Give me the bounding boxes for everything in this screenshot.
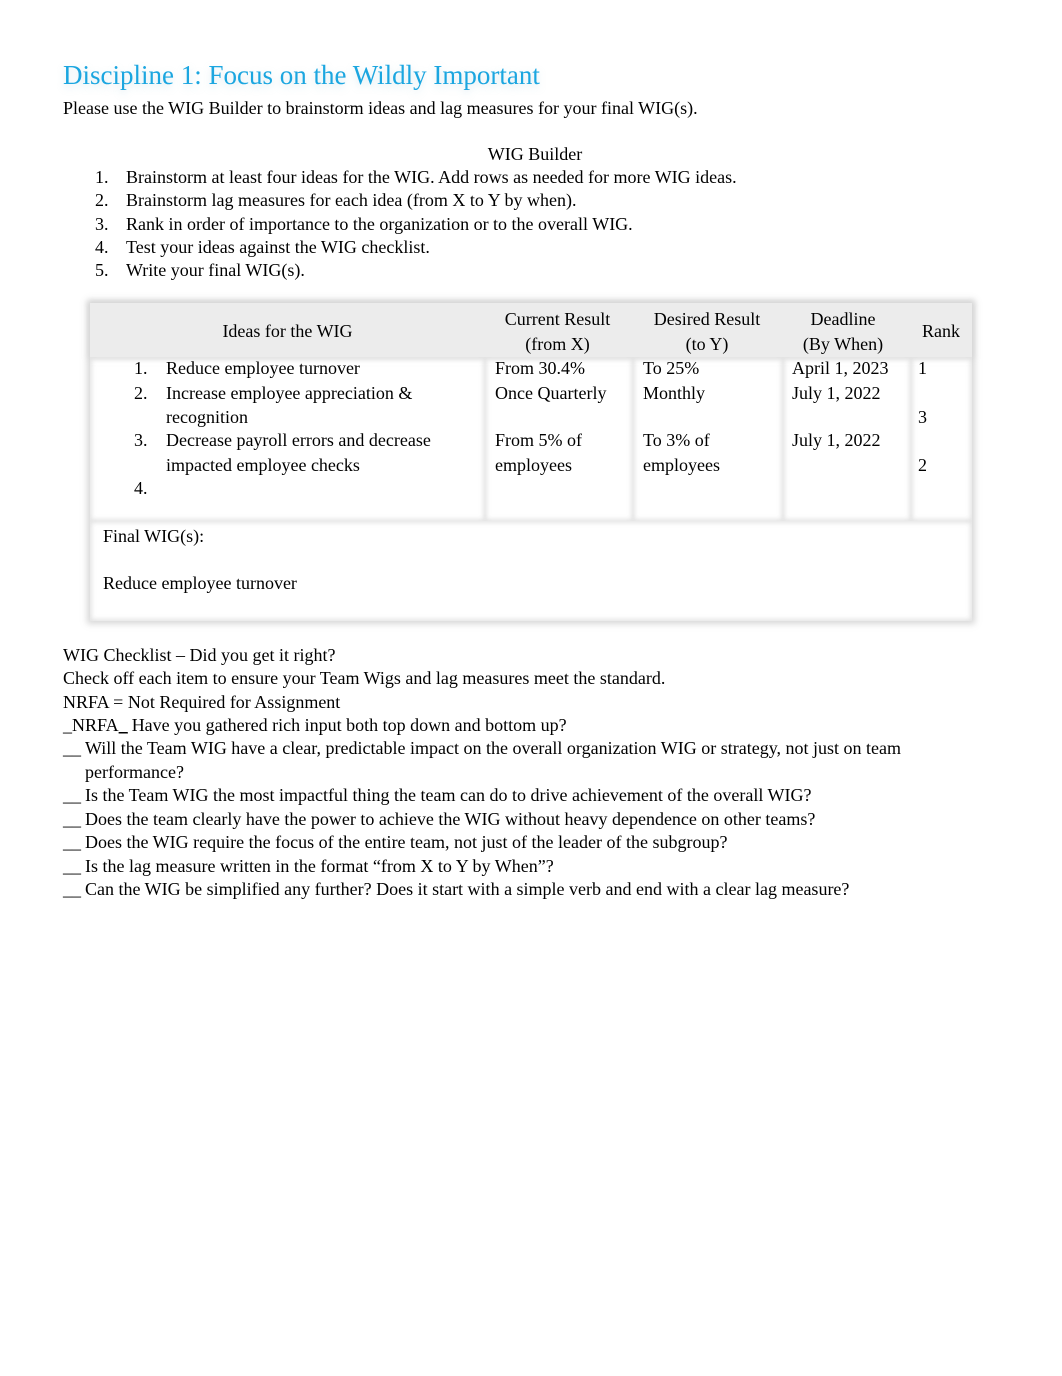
checklist-title: WIG Checklist – Did you get it right? <box>63 645 336 665</box>
desired-cell: To 25% <box>643 358 700 378</box>
idea-cell: Decrease payroll errors and decrease <box>166 430 431 450</box>
header-desired: Desired Result (to Y) <box>633 307 781 357</box>
check-mark-field[interactable]: __ <box>63 831 81 855</box>
checklist-question: Does the team clearly have the power to … <box>85 808 816 829</box>
header-current-line2: (from X) <box>525 334 590 354</box>
row-number: 1. <box>134 358 148 378</box>
page-title: Discipline 1: Focus on the Wildly Import… <box>63 60 540 90</box>
row-number: 3. <box>134 430 148 450</box>
checklist-question: Is the Team WIG the most impactful thing… <box>85 785 812 806</box>
header-deadline: Deadline (By When) <box>783 307 903 357</box>
checklist-item: __ Can the WIG be simplified any further… <box>63 878 963 902</box>
builder-steps: 1. Brainstorm at least four ideas for the… <box>95 166 737 282</box>
checklist-question: Does the WIG require the focus of the en… <box>85 832 728 853</box>
idea-cell-line2: recognition <box>166 407 248 427</box>
step-text: Write your final WIG(s). <box>126 260 305 281</box>
desired-cell: Monthly <box>643 383 706 403</box>
header-ideas: Ideas for the WIG <box>222 321 353 341</box>
step-item: 4. Test your ideas against the WIG checkl… <box>95 236 737 259</box>
wig-checklist: WIG Checklist – Did you get it right? Ch… <box>63 644 963 902</box>
row-number: 2. <box>134 383 148 403</box>
checklist-instruction: Check off each item to ensure your Team … <box>63 668 666 689</box>
checklist-item: __ Is the lag measure written in the for… <box>63 855 963 879</box>
header-rank: Rank <box>922 321 960 341</box>
deadline-cell: April 1, 2023 <box>792 358 889 378</box>
step-item: 3. Rank in order of importance to the org… <box>95 213 737 236</box>
step-text: Test your ideas against the WIG checklis… <box>126 236 430 257</box>
rank-cell: 2 <box>918 455 927 475</box>
checklist-question: Will the Team WIG have a clear, predicta… <box>85 738 902 782</box>
header-current: Current Result (from X) <box>485 307 630 357</box>
rank-column-box <box>911 357 972 521</box>
current-cell: Once Quarterly <box>495 383 607 403</box>
header-deadline-line1: Deadline <box>810 309 876 329</box>
checklist-legend: NRFA = Not Required for Assignment <box>63 691 341 712</box>
step-number: 5. <box>95 260 109 281</box>
checklist-item: __ Will the Team WIG have a clear, predi… <box>63 737 963 784</box>
checklist-item: _NRFA_ Have you gathered rich input both… <box>63 714 963 738</box>
document-page: Discipline 1: Focus on the Wildly Import… <box>0 0 1062 1376</box>
check-mark-field[interactable]: __ <box>63 808 81 832</box>
mark-value: NRFA <box>72 714 119 735</box>
step-number: 3. <box>95 213 109 234</box>
idea-cell: Reduce employee turnover <box>166 358 360 378</box>
step-number: 4. <box>95 236 109 257</box>
header-current-line1: Current Result <box>504 309 611 329</box>
checklist-question: Can the WIG be simplified any further? D… <box>85 879 850 900</box>
checklist-item: __ Is the Team WIG the most impactful th… <box>63 784 963 808</box>
step-number: 2. <box>95 190 109 211</box>
step-text: Brainstorm lag measures for each idea (f… <box>126 190 577 211</box>
header-desired-line2: (to Y) <box>685 334 729 354</box>
step-item: 5. Write your final WIG(s). <box>95 259 737 282</box>
checklist-item: __ Does the team clearly have the power … <box>63 808 963 832</box>
current-cell: From 5% of <box>495 430 582 450</box>
step-text: Brainstorm at least four ideas for the W… <box>126 167 737 187</box>
desired-cell: To 3% of <box>643 430 710 450</box>
intro-text: Please use the WIG Builder to brainstorm… <box>63 98 698 118</box>
final-wig-value: Reduce employee turnover <box>103 573 297 593</box>
current-cell: From 30.4% <box>495 358 585 378</box>
step-text: Rank in order of importance to the organ… <box>126 213 633 234</box>
step-item: 2. Brainstorm lag measures for each idea … <box>95 189 737 212</box>
header-deadline-line2: (By When) <box>802 334 884 354</box>
check-mark-field[interactable]: __ <box>63 784 81 808</box>
deadline-cell: July 1, 2022 <box>792 383 881 403</box>
check-mark-field[interactable]: __ <box>63 855 81 879</box>
check-mark-field[interactable]: __ <box>63 878 81 902</box>
checklist-question: Have you gathered rich input both top do… <box>131 714 567 735</box>
step-item: 1. Brainstorm at least four ideas for the… <box>95 166 737 189</box>
checklist-question: Is the lag measure written in the format… <box>85 855 554 876</box>
final-wig-label: Final WIG(s): <box>103 526 205 546</box>
desired-cell-line2: employees <box>643 455 720 475</box>
rank-cell: 1 <box>918 358 927 378</box>
idea-cell: Increase employee appreciation & <box>166 383 413 403</box>
deadline-cell: July 1, 2022 <box>792 430 881 450</box>
header-desired-line1: Desired Result <box>653 309 761 329</box>
current-cell-line2: employees <box>495 455 572 475</box>
step-number: 1. <box>95 167 109 187</box>
checklist-item: __ Does the WIG require the focus of the… <box>63 831 963 855</box>
builder-title: WIG Builder <box>487 144 583 164</box>
idea-cell-line2: impacted employee checks <box>166 455 360 475</box>
rank-cell: 3 <box>918 407 927 427</box>
mark-suffix: _ <box>118 714 128 735</box>
mark-prefix: _ <box>63 714 72 735</box>
row-number: 4. <box>134 478 148 498</box>
wig-builder-table: Ideas for the WIG Current Result (from X… <box>90 303 972 621</box>
check-mark-field[interactable]: __ <box>63 737 81 784</box>
check-mark-field[interactable]: _NRFA_ <box>63 714 128 738</box>
